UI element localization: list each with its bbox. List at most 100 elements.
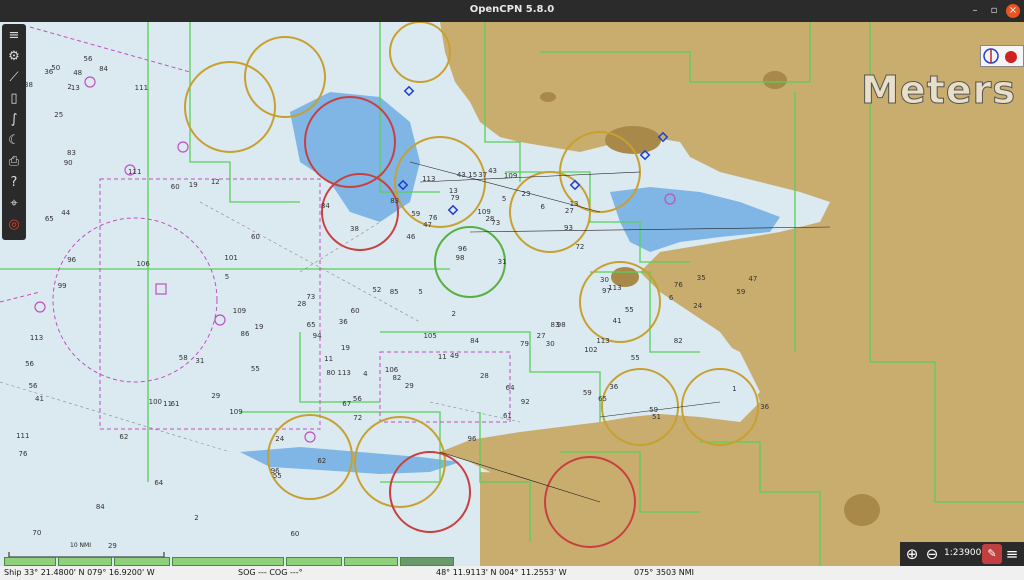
depth-sounding: 93 (564, 223, 573, 232)
chart-bar-segment-active[interactable] (400, 557, 454, 566)
depth-sounding: 55 (272, 471, 282, 480)
help-icon[interactable]: ? (4, 173, 24, 193)
depth-sounding: 6 (540, 203, 545, 212)
depth-sounding: 109 (232, 306, 247, 315)
mob-icon[interactable]: ◎ (4, 215, 24, 235)
depth-sounding: 113 (422, 175, 436, 184)
cursor-bearing-distance: 075° 3503 NMI (634, 568, 694, 577)
depth-sounding: 82 (673, 336, 683, 345)
depth-sounding: 59 (649, 405, 659, 414)
depth-sounding: 49 (450, 352, 459, 361)
land-patch (844, 494, 880, 526)
menu-icon[interactable]: ≡ (4, 26, 24, 46)
ais-icon[interactable]: ⌖ (4, 194, 24, 214)
depth-sounding: 46 (406, 232, 416, 241)
close-icon[interactable]: × (1006, 4, 1020, 18)
depth-sounding: 2 (194, 514, 199, 523)
chart-bar-segment[interactable] (4, 557, 56, 566)
route-icon[interactable]: ⟋ (4, 68, 24, 88)
depth-sounding: 73 (306, 292, 316, 301)
chart-bar-segment[interactable] (344, 557, 398, 566)
depth-sounding: 5 (224, 272, 230, 281)
depth-sounding: 43 (456, 170, 466, 179)
depth-sounding: 65 (598, 394, 608, 403)
zoom-out-icon[interactable]: ⊖ (922, 544, 942, 564)
depth-sounding: 105 (423, 332, 437, 341)
depth-sounding: 82 (392, 373, 402, 382)
depth-sounding: 35 (696, 274, 706, 283)
maximize-icon[interactable]: ▫ (987, 4, 1001, 18)
compass-icon (983, 48, 1017, 64)
chart-bar-segment[interactable] (58, 557, 112, 566)
depth-sounding: 92 (520, 398, 530, 407)
depth-sounding: 11 (324, 354, 334, 363)
depth-sounding: 55 (250, 364, 260, 373)
depth-sounding: 72 (353, 413, 363, 422)
depth-sounding: 60 (290, 530, 300, 539)
quilt-icon[interactable]: ✎ (982, 544, 1002, 564)
tracks-icon[interactable]: ▯ (4, 89, 24, 109)
zoom-in-icon[interactable]: ⊕ (902, 544, 922, 564)
depth-sounding: 100 (148, 398, 162, 407)
depth-sounding: 4 (363, 369, 368, 378)
depth-sounding: 106 (136, 259, 150, 268)
moon-icon[interactable]: ☾ (4, 131, 24, 151)
nautical-chart-canvas[interactable]: Meters 568311165388448106969036250251111… (0, 22, 1024, 566)
depth-sounding: 56 (83, 54, 93, 63)
depth-sounding: 47 (423, 220, 432, 229)
settings-icon[interactable]: ⚙ (4, 47, 24, 67)
depth-sounding: 111 (128, 168, 142, 177)
depth-sounding: 65 (306, 320, 316, 329)
depth-sounding: 38 (350, 224, 359, 233)
scale-bar: 10 NMI (8, 542, 166, 558)
sog-cog-readout: SOG --- COG ---° (238, 568, 303, 577)
depth-sounding: 109 (229, 408, 243, 417)
depth-sounding: 109 (503, 171, 518, 180)
minimize-icon[interactable]: – (968, 4, 982, 18)
depth-sounding: 85 (389, 287, 399, 296)
depth-sounding: 113 (596, 336, 610, 345)
depth-sounding: 28 (479, 372, 489, 381)
options-menu-icon[interactable]: ≡ (1002, 544, 1022, 564)
depth-sounding: 56 (28, 381, 38, 390)
print-icon[interactable]: ⎙ (4, 152, 24, 172)
compass-widget[interactable] (980, 45, 1024, 67)
depth-sounding: 113 (337, 369, 351, 378)
depth-sounding: 48 (73, 69, 83, 78)
depth-sounding: 30 (599, 276, 609, 285)
depth-sounding: 76 (18, 450, 28, 459)
depth-sounding: 98 (556, 321, 566, 330)
depth-sounding: 28 (297, 299, 307, 308)
depth-sounding: 5 (501, 195, 507, 204)
route-manager-icon[interactable]: ∫ (4, 110, 24, 130)
depth-sounding: 41 (612, 316, 622, 325)
depth-sounding: 83 (67, 148, 76, 157)
depth-sounding: 96 (458, 244, 467, 253)
chart-bar-segment[interactable] (172, 557, 284, 566)
depth-sounding: 36 (609, 382, 619, 391)
chart-bar-segment[interactable] (114, 557, 170, 566)
depth-sounding: 99 (57, 282, 67, 291)
depth-sounding: 111 (134, 84, 149, 93)
depth-sounding: 11 (163, 400, 173, 409)
depth-sounding: 72 (575, 243, 585, 252)
depth-sounding: 31 (497, 258, 507, 267)
depth-sounding: 84 (99, 64, 108, 73)
status-bar: Ship 33° 21.4800' N 079° 16.9200' W SOG … (0, 566, 1024, 580)
depth-sounding: 44 (61, 209, 71, 218)
depth-sounding: 98 (455, 254, 465, 263)
depth-sounding: 84 (95, 503, 105, 512)
depth-sounding: 37 (478, 171, 488, 180)
chart-bar-segment[interactable] (286, 557, 342, 566)
depth-sounding: 60 (170, 182, 180, 191)
main-toolbar: ≡ ⚙ ⟋ ▯ ∫ ☾ ⎙ ? ⌖ ◎ (2, 24, 26, 240)
depth-sounding: 59 (736, 288, 746, 297)
depth-sounding: 58 (178, 354, 188, 363)
depth-sounding: 19 (341, 343, 350, 352)
zoom-controls: ⊕ ⊖ 1:239000 ✎ ≡ (900, 542, 1024, 566)
depth-sounding: 13 (70, 83, 80, 92)
depth-sounding: 79 (520, 339, 529, 348)
depth-sounding: 6 (668, 293, 674, 302)
depth-sounding: 19 (188, 180, 198, 189)
scale-bar-label: 10 NMI (70, 542, 91, 549)
